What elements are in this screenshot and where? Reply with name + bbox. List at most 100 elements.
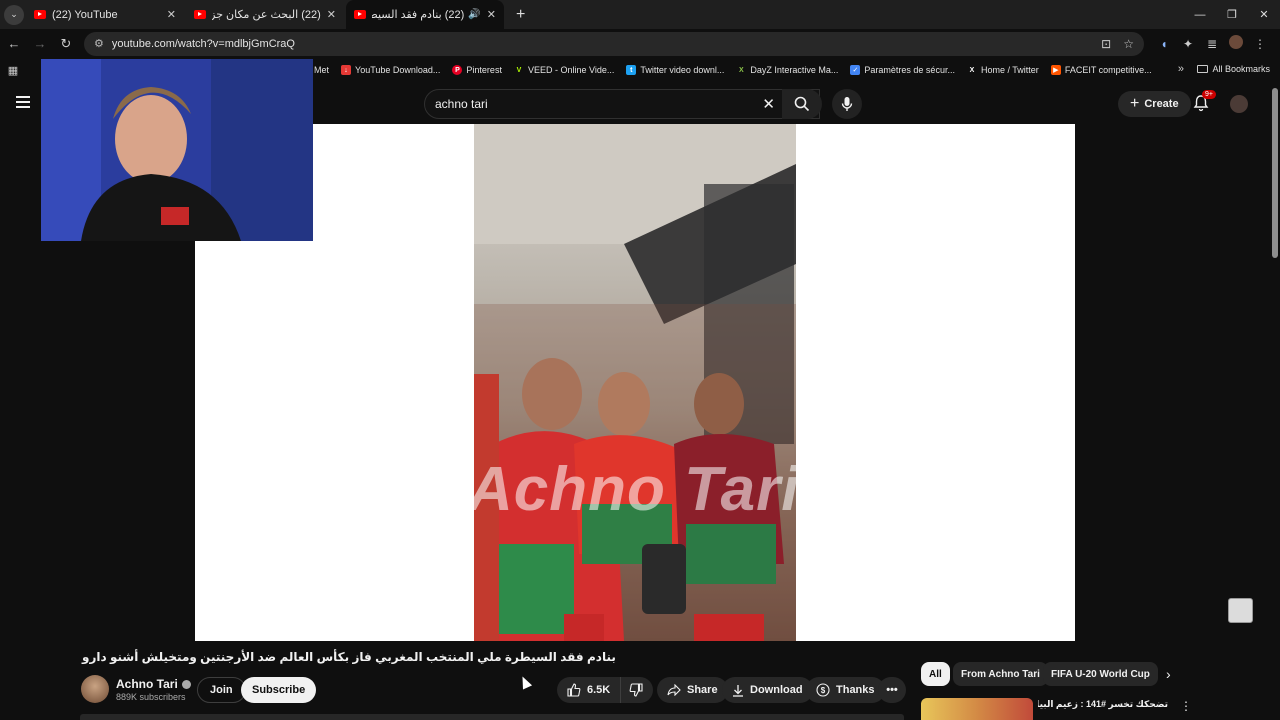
bookmark-label: VEED - Online Vide... — [527, 65, 615, 75]
download-icon — [733, 684, 743, 697]
apps-grid-icon[interactable]: ▦ — [0, 64, 26, 77]
bookmark-item[interactable]: X Home / Twitter — [967, 65, 1039, 75]
create-button[interactable]: + Create — [1118, 91, 1191, 117]
clear-search-icon[interactable]: ✕ — [762, 95, 775, 113]
all-bookmarks-button[interactable]: All Bookmarks — [1197, 64, 1270, 74]
bookmark-label: Twitter video downl... — [640, 65, 725, 75]
bookmark-item[interactable]: P Pinterest — [452, 65, 502, 75]
veed-icon: V — [516, 66, 522, 74]
webcam-overlay — [41, 59, 313, 241]
video-player[interactable]: Achno Tari — [195, 124, 1075, 641]
bookmark-item[interactable]: V VEED - Online Vide... — [514, 65, 615, 75]
guide-menu-icon[interactable] — [16, 96, 30, 108]
thumbs-up-icon — [567, 683, 581, 697]
search-input[interactable]: achno tari ✕ — [424, 89, 820, 119]
media-control-icon[interactable]: ≣ — [1200, 37, 1224, 51]
bookmark-item[interactable]: ▶ FACEIT competitive... — [1050, 65, 1152, 75]
minimize-icon[interactable]: — — [1184, 9, 1216, 21]
download-button[interactable]: Download — [722, 677, 813, 703]
twitter-download-icon: t — [626, 65, 637, 75]
channel-avatar[interactable] — [81, 675, 109, 703]
verified-icon — [181, 680, 191, 690]
audio-playing-icon[interactable]: 🔊 — [468, 9, 480, 20]
like-count: 6.5K — [587, 684, 611, 696]
share-icon — [667, 684, 681, 696]
tab-search-button[interactable]: ⌄ — [4, 4, 24, 25]
like-dislike-group: 6.5K — [557, 677, 653, 703]
more-actions-button[interactable]: ••• — [878, 677, 906, 703]
close-tab-icon[interactable]: ✕ — [487, 8, 496, 21]
thanks-label: Thanks — [836, 684, 875, 696]
forward-icon[interactable]: → — [28, 36, 52, 51]
comment-box-edge — [80, 714, 904, 720]
bookmark-item[interactable]: ↓ YouTube Download... — [341, 65, 440, 75]
channel-name-text[interactable]: Achno Tari — [116, 677, 178, 691]
like-button[interactable]: 6.5K — [557, 677, 622, 703]
join-button[interactable]: Join — [197, 677, 246, 703]
bookmark-item[interactable]: X DayZ Interactive Ma... — [736, 65, 838, 75]
bookmark-star-icon[interactable]: ☆ — [1123, 37, 1134, 51]
notifications-badge: 9+ — [1202, 90, 1216, 99]
chip-topic[interactable]: FIFA U-20 World Cup — [1043, 662, 1158, 686]
browser-tab[interactable]: (22) YouTube ✕ — [26, 0, 184, 29]
channel-watermark-logo[interactable] — [1228, 598, 1253, 623]
subscriber-count: 889K subscribers — [116, 692, 186, 702]
channel-name[interactable]: Achno Tari — [116, 677, 191, 691]
video-title: بنادم فقد السيطرة ملي المنتخب المغربي فا… — [82, 650, 616, 664]
close-tab-icon[interactable]: ✕ — [167, 8, 176, 21]
youtube-favicon-icon — [354, 10, 366, 19]
pinterest-icon: P — [452, 65, 463, 75]
chip-from-channel[interactable]: From Achno Tari — [953, 662, 1048, 686]
voice-search-button[interactable] — [832, 89, 862, 119]
account-avatar[interactable] — [1230, 95, 1248, 113]
toolbar-actions: ◖ ✦ ≣ ⋮ — [1152, 35, 1272, 52]
more-horizontal-icon: ••• — [886, 684, 898, 696]
bookmark-item[interactable]: ✓ Paramètres de sécur... — [850, 65, 955, 75]
google-security-icon: ✓ — [850, 65, 861, 75]
plus-icon: + — [1130, 95, 1140, 112]
address-bar[interactable]: ⚙ youtube.com/watch?v=mdlbjGmCraQ ⊡ ☆ — [84, 31, 1144, 56]
bookmark-item[interactable]: t Twitter video downl... — [626, 65, 724, 75]
share-button[interactable]: Share — [657, 677, 728, 703]
browser-tab-active[interactable]: (22) بنادم فقد السيطرة ملي 🔊 ✕ — [346, 0, 504, 29]
bookmark-item[interactable]: Met — [314, 65, 329, 75]
back-icon[interactable]: ← — [2, 36, 26, 51]
install-app-icon[interactable]: ⊡ — [1101, 37, 1111, 51]
youtube-favicon-icon — [194, 10, 206, 19]
more-vertical-icon[interactable]: ⋮ — [1180, 699, 1192, 713]
video-frame[interactable]: Achno Tari — [474, 124, 796, 641]
create-label: Create — [1144, 98, 1179, 110]
search-icon — [794, 96, 810, 112]
chevron-right-icon[interactable]: › — [1166, 666, 1171, 682]
close-window-icon[interactable]: ✕ — [1248, 8, 1280, 21]
site-info-icon[interactable]: ⚙ — [94, 37, 104, 50]
url-text[interactable]: youtube.com/watch?v=mdlbjGmCraQ — [112, 38, 1089, 50]
search-query[interactable]: achno tari — [435, 97, 488, 111]
recommended-title[interactable]: تضحكك تخسر #141 : زعيم البيلز في — [1038, 699, 1168, 710]
all-bookmarks-label: All Bookmarks — [1212, 64, 1270, 74]
page-scrollbar[interactable] — [1272, 88, 1278, 258]
browser-tab[interactable]: (22) البحث عن مكان جزيرة المس ✕ — [186, 0, 344, 29]
reload-icon[interactable]: ↻ — [54, 36, 78, 52]
dislike-button[interactable] — [621, 677, 651, 703]
thanks-button[interactable]: $ Thanks — [806, 677, 885, 703]
tab-label: (22) بنادم فقد السيطرة ملي — [372, 9, 465, 21]
share-label: Share — [687, 684, 718, 696]
restore-icon[interactable]: ❐ — [1216, 8, 1248, 21]
chip-all[interactable]: All — [921, 662, 950, 686]
more-bookmarks-icon[interactable]: » — [1178, 63, 1184, 75]
tab-label: (22) YouTube — [52, 8, 118, 21]
close-tab-icon[interactable]: ✕ — [327, 8, 336, 21]
new-tab-button[interactable]: + — [516, 6, 525, 24]
x-twitter-icon: X — [969, 66, 975, 74]
extension-icon[interactable]: ◖ — [1152, 37, 1176, 51]
extensions-puzzle-icon[interactable]: ✦ — [1176, 37, 1200, 51]
profile-icon[interactable] — [1224, 35, 1248, 52]
recommended-thumbnail[interactable] — [921, 698, 1033, 720]
tab-label: (22) البحث عن مكان جزيرة المس — [212, 9, 321, 21]
search-button[interactable] — [782, 89, 822, 119]
bookmark-label: Pinterest — [466, 65, 502, 75]
browser-menu-icon[interactable]: ⋮ — [1248, 37, 1272, 51]
bookmark-label: Met — [314, 65, 330, 75]
subscribe-button[interactable]: Subscribe — [241, 677, 317, 703]
